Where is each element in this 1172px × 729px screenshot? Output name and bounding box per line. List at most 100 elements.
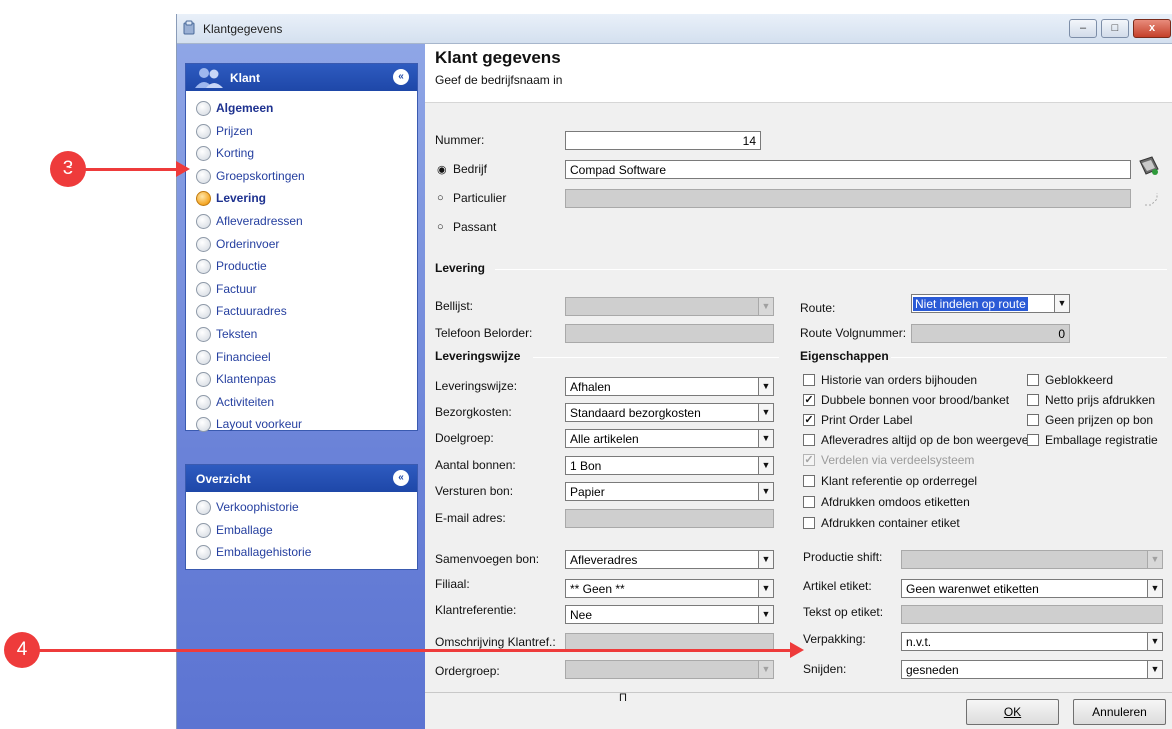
annotation-arrow-4 <box>30 649 792 652</box>
eigenschap-checkbox[interactable]: Afdrukken omdoos etiketten <box>803 495 970 509</box>
nummer-field[interactable]: 14 <box>565 131 761 150</box>
aantal-bonnen-select[interactable]: 1 Bon ▼ <box>565 456 774 475</box>
sidebar-item-prijzen[interactable]: Prijzen <box>186 120 417 143</box>
email-field <box>565 509 774 528</box>
eigenschap-checkbox[interactable]: ✓ Print Order Label <box>803 413 912 427</box>
title-bar: Klantgegevens – □ x <box>177 14 1172 44</box>
versturen-bon-label: Versturen bon: <box>435 484 514 498</box>
eigenschap-checkbox[interactable]: Geen prijzen op bon <box>1027 413 1153 427</box>
eigenschap-checkbox[interactable]: ✓ Dubbele bonnen voor brood/banket <box>803 393 1009 407</box>
filiaal-select[interactable]: ** Geen ** ▼ <box>565 579 774 598</box>
radio-active-icon <box>196 191 211 207</box>
eigenschap-checkbox[interactable]: Emballage registratie <box>1027 433 1158 447</box>
dropdown-arrow-icon: ▼ <box>758 457 773 474</box>
ok-button[interactable]: OK <box>966 699 1059 725</box>
checkbox-icon <box>1027 374 1039 386</box>
sidebar-item-factuur[interactable]: Factuur <box>186 278 417 301</box>
page-subtitle: Geef de bedrijfsnaam in <box>435 73 563 87</box>
eigenschap-checkbox[interactable]: Netto prijs afdrukken <box>1027 393 1155 407</box>
eigenschap-checkbox[interactable]: Afdrukken container etiket <box>803 516 960 530</box>
checkbox-checked-icon: ✓ <box>803 394 815 406</box>
checkbox-checked-icon: ✓ <box>803 454 815 466</box>
maximize-button[interactable]: □ <box>1101 19 1129 38</box>
form-area: Nummer: 14 ◉ Bedrijf Compad Software ○ Par… <box>425 102 1172 692</box>
eigenschap-checkbox[interactable]: Afleveradres altijd op de bon weergeve <box>803 433 1028 447</box>
collapse-icon[interactable]: « <box>393 470 409 486</box>
sidebar-item-emballagehistorie[interactable]: Emballagehistorie <box>186 541 417 564</box>
versturen-bon-select[interactable]: Papier ▼ <box>565 482 774 501</box>
eigenschap-checkbox[interactable]: Geblokkeerd <box>1027 373 1113 387</box>
sidebar-item-korting[interactable]: Korting <box>186 142 417 165</box>
snijden-label: Snijden: <box>803 662 847 676</box>
sidebar-item-layout-voorkeur[interactable]: Layout voorkeur <box>186 413 417 436</box>
nummer-label: Nummer: <box>435 133 485 147</box>
particulier-radio[interactable]: ○ Particulier <box>435 191 506 205</box>
klant-nav-list: Algemeen Prijzen Korting Groepskortingen… <box>186 91 417 436</box>
checkbox-icon <box>1027 414 1039 426</box>
radio-icon <box>196 123 211 139</box>
sidebar-item-verkoophistorie[interactable]: Verkoophistorie <box>186 496 417 519</box>
klant-panel: Klant « Algemeen Prijzen Korting Groepsk… <box>185 63 418 433</box>
overzicht-panel-title: Overzicht <box>196 472 251 486</box>
leveringswijze-divider <box>533 357 779 358</box>
sidebar-item-orderinvoer[interactable]: Orderinvoer <box>186 233 417 256</box>
collapse-icon[interactable]: « <box>393 69 409 85</box>
particulier-field <box>565 189 1131 208</box>
doelgroep-label: Doelgroep: <box>435 431 494 445</box>
samenvoegen-bon-select[interactable]: Afleveradres ▼ <box>565 550 774 569</box>
radio-icon <box>196 394 211 410</box>
minimize-button[interactable]: – <box>1069 19 1097 38</box>
tekst-etiket-label: Tekst op etiket: <box>803 605 884 619</box>
klant-panel-header[interactable]: Klant « <box>186 64 417 91</box>
sidebar-item-factuuradres[interactable]: Factuuradres <box>186 300 417 323</box>
sidebar-item-afleveradressen[interactable]: Afleveradressen <box>186 210 417 233</box>
address-book-icon[interactable] <box>1137 155 1161 179</box>
sidebar-item-productie[interactable]: Productie <box>186 255 417 278</box>
dropdown-arrow-icon: ▼ <box>1054 295 1069 312</box>
productie-shift-select: ▼ <box>901 550 1163 569</box>
klantreferentie-label: Klantreferentie: <box>435 603 517 617</box>
annotation-arrow-3 <box>70 168 176 171</box>
dropdown-arrow-icon: ▼ <box>1147 633 1162 650</box>
bellijst-select: ▼ <box>565 297 774 316</box>
sidebar-item-klantenpas[interactable]: Klantenpas <box>186 368 417 391</box>
route-select[interactable]: Niet indelen op route ▼ <box>911 294 1070 313</box>
sidebar-item-activiteiten[interactable]: Activiteiten <box>186 391 417 414</box>
verpakking-select[interactable]: n.v.t. ▼ <box>901 632 1163 651</box>
dropdown-arrow-icon: ▼ <box>758 580 773 597</box>
close-button[interactable]: x <box>1133 19 1171 38</box>
annotation-arrowhead-4-icon <box>790 642 804 658</box>
klantreferentie-select[interactable]: Nee ▼ <box>565 605 774 624</box>
bedrijf-radio[interactable]: ◉ Bedrijf <box>435 162 487 176</box>
artikel-etiket-select[interactable]: Geen warenwet etiketten ▼ <box>901 579 1163 598</box>
checkbox-icon <box>803 374 815 386</box>
eigenschap-checkbox: ✓ Verdelen via verdeelsysteem <box>803 453 975 467</box>
verpakking-label: Verpakking: <box>803 632 866 646</box>
leveringswijze-label: Leveringswijze: <box>435 379 518 393</box>
sidebar-item-financieel[interactable]: Financieel <box>186 346 417 369</box>
dialog-footer: Π OK Annuleren <box>425 692 1172 729</box>
sidebar-item-teksten[interactable]: Teksten <box>186 323 417 346</box>
eigenschap-checkbox[interactable]: Klant referentie op orderregel <box>803 474 977 488</box>
eigenschap-checkbox[interactable]: Historie van orders bijhouden <box>803 373 977 387</box>
snijden-select[interactable]: gesneden ▼ <box>901 660 1163 679</box>
radio-icon: ○ <box>437 192 444 204</box>
sidebar-item-algemeen[interactable]: Algemeen <box>186 97 417 120</box>
bedrijf-field[interactable]: Compad Software <box>565 160 1131 179</box>
doelgroep-select[interactable]: Alle artikelen ▼ <box>565 429 774 448</box>
overzicht-panel-header[interactable]: Overzicht « <box>186 465 417 492</box>
app-icon <box>183 20 195 35</box>
footer-marker: Π <box>619 692 627 704</box>
annuleren-button[interactable]: Annuleren <box>1073 699 1166 725</box>
overzicht-nav-list: Verkoophistorie Emballage Emballagehisto… <box>186 492 417 564</box>
sidebar-item-levering[interactable]: Levering <box>186 187 417 210</box>
klant-panel-title: Klant <box>230 71 260 85</box>
passant-radio[interactable]: ○ Passant <box>435 220 496 234</box>
annotation-arrowhead-3-icon <box>176 161 190 177</box>
leveringswijze-select[interactable]: Afhalen ▼ <box>565 377 774 396</box>
bezorgkosten-select[interactable]: Standaard bezorgkosten ▼ <box>565 403 774 422</box>
radio-icon <box>196 236 211 252</box>
radio-icon <box>196 304 211 320</box>
sidebar-item-groepskortingen[interactable]: Groepskortingen <box>186 165 417 188</box>
sidebar-item-emballage[interactable]: Emballage <box>186 519 417 542</box>
